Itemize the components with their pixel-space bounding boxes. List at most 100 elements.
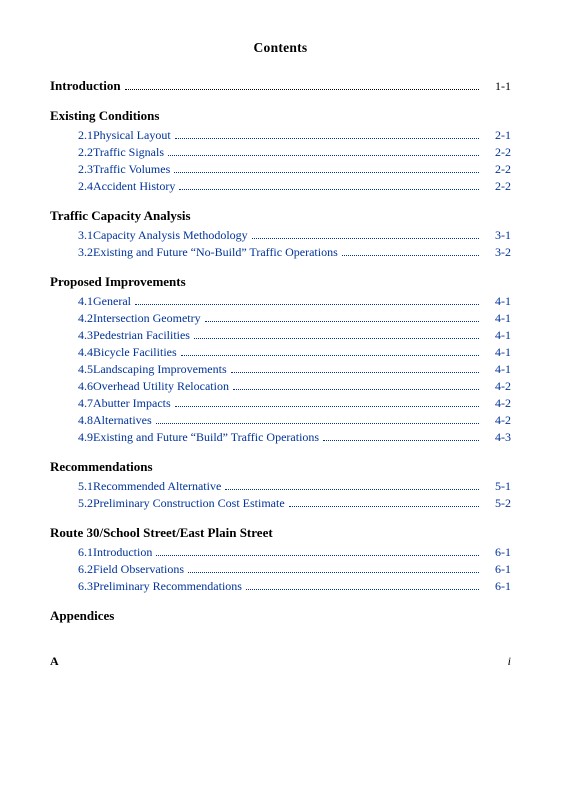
toc-entry-3-0: 5.1Recommended Alternative 5-1 [50, 479, 511, 494]
toc-label-0-1: Traffic Signals [93, 145, 164, 160]
toc-page-1-0: 3-1 [483, 228, 511, 243]
toc-entry-2-4: 4.5Landscaping Improvements 4-1 [50, 362, 511, 377]
toc-label-4-1: Field Observations [93, 562, 184, 577]
toc-label-2-4: Landscaping Improvements [93, 362, 227, 377]
toc-number-4-0: 6.1 [50, 545, 93, 560]
section-heading-0: Existing Conditions [50, 108, 511, 124]
toc-page-2-2: 4-1 [483, 328, 511, 343]
toc-number-1-1: 3.2 [50, 245, 93, 260]
toc-number-2-2: 4.3 [50, 328, 93, 343]
toc-number-0-2: 2.3 [50, 162, 93, 177]
toc-label-2-7: Alternatives [93, 413, 152, 428]
toc-label-0-3: Accident History [93, 179, 175, 194]
footer: A i [50, 654, 511, 669]
toc-number-2-5: 4.6 [50, 379, 93, 394]
toc-entry-3-1: 5.2Preliminary Construction Cost Estimat… [50, 496, 511, 511]
toc-entry-0-1: 2.2Traffic Signals 2-2 [50, 145, 511, 160]
toc-number-0-1: 2.2 [50, 145, 93, 160]
toc-dots-2-4 [231, 372, 479, 373]
introduction-row: Introduction 1-1 [50, 78, 511, 94]
introduction-label: Introduction [50, 78, 121, 94]
toc-dots-2-5 [233, 389, 479, 390]
toc-entry-0-3: 2.4Accident History2-2 [50, 179, 511, 194]
page: Contents Introduction 1-1 Existing Condi… [0, 0, 561, 795]
toc-entry-2-0: 4.1General 4-1 [50, 294, 511, 309]
toc-entry-1-1: 3.2Existing and Future “No-Build” Traffi… [50, 245, 511, 260]
toc-number-2-8: 4.9 [50, 430, 93, 445]
toc-sections: Existing Conditions 2.1Physical Layout2-1… [50, 108, 511, 624]
toc-dots-0-1 [168, 155, 479, 156]
toc-number-2-7: 4.8 [50, 413, 93, 428]
toc-label-2-5: Overhead Utility Relocation [93, 379, 229, 394]
section-entries-1: 3.1Capacity Analysis Methodology 3-1 3.2Ex… [50, 228, 511, 260]
toc-dots-1-1 [342, 255, 479, 256]
toc-dots-2-8 [323, 440, 479, 441]
toc-entry-2-5: 4.6Overhead Utility Relocation 4-2 [50, 379, 511, 394]
toc-dots-4-1 [188, 572, 479, 573]
toc-page-4-2: 6-1 [483, 579, 511, 594]
toc-number-2-1: 4.2 [50, 311, 93, 326]
toc-page-2-1: 4-1 [483, 311, 511, 326]
toc-page-2-6: 4-2 [483, 396, 511, 411]
toc-label-3-1: Preliminary Construction Cost Estimate [93, 496, 285, 511]
toc-entry-2-7: 4.8Alternatives 4-2 [50, 413, 511, 428]
toc-dots-0-3 [179, 189, 479, 190]
toc-page-2-4: 4-1 [483, 362, 511, 377]
toc-page-4-0: 6-1 [483, 545, 511, 560]
toc-dots-2-7 [156, 423, 479, 424]
toc-page-2-5: 4-2 [483, 379, 511, 394]
toc-label-2-0: General [93, 294, 131, 309]
toc-page-0-0: 2-1 [483, 128, 511, 143]
toc-page-2-7: 4-2 [483, 413, 511, 428]
toc-dots-2-2 [194, 338, 479, 339]
toc-page-2-0: 4-1 [483, 294, 511, 309]
footer-left: A [50, 654, 59, 669]
section-entries-3: 5.1Recommended Alternative 5-1 5.2Prelimin… [50, 479, 511, 511]
toc-number-2-6: 4.7 [50, 396, 93, 411]
toc-number-2-0: 4.1 [50, 294, 93, 309]
toc-label-1-0: Capacity Analysis Methodology [93, 228, 248, 243]
toc-number-4-1: 6.2 [50, 562, 93, 577]
toc-number-4-2: 6.3 [50, 579, 93, 594]
toc-number-3-0: 5.1 [50, 479, 93, 494]
toc-dots-2-1 [205, 321, 479, 322]
toc-dots-2-3 [181, 355, 479, 356]
toc-dots-2-6 [175, 406, 479, 407]
toc-label-2-3: Bicycle Facilities [93, 345, 177, 360]
toc-label-4-0: Introduction [93, 545, 152, 560]
toc-number-1-0: 3.1 [50, 228, 93, 243]
toc-number-2-4: 4.5 [50, 362, 93, 377]
toc-label-0-2: Traffic Volumes [93, 162, 170, 177]
toc-page-1-1: 3-2 [483, 245, 511, 260]
toc-dots-0-0 [175, 138, 479, 139]
toc-entry-2-8: 4.9Existing and Future “Build” Traffic O… [50, 430, 511, 445]
toc-label-1-1: Existing and Future “No-Build” Traffic O… [93, 245, 338, 260]
toc-label-3-0: Recommended Alternative [93, 479, 221, 494]
section-entries-0: 2.1Physical Layout2-12.2Traffic Signals2… [50, 128, 511, 194]
toc-entry-4-2: 6.3Preliminary Recommendations 6-1 [50, 579, 511, 594]
toc-page-4-1: 6-1 [483, 562, 511, 577]
section-entries-2: 4.1General 4-1 4.2Intersection Geometry 4-1… [50, 294, 511, 445]
toc-entry-0-0: 2.1Physical Layout2-1 [50, 128, 511, 143]
section-entries-4: 6.1Introduction6-16.2Field Observations6… [50, 545, 511, 594]
introduction-page: 1-1 [483, 79, 511, 94]
toc-entry-2-3: 4.4Bicycle Facilities4-1 [50, 345, 511, 360]
section-heading-2: Proposed Improvements [50, 274, 511, 290]
toc-entry-0-2: 2.3Traffic Volumes2-2 [50, 162, 511, 177]
toc-dots-3-1 [289, 506, 479, 507]
toc-entry-1-0: 3.1Capacity Analysis Methodology 3-1 [50, 228, 511, 243]
toc-entry-4-1: 6.2Field Observations 6-1 [50, 562, 511, 577]
section-heading-1: Traffic Capacity Analysis [50, 208, 511, 224]
section-heading-5: Appendices [50, 608, 511, 624]
toc-number-3-1: 5.2 [50, 496, 93, 511]
toc-entry-2-6: 4.7Abutter Impacts4-2 [50, 396, 511, 411]
toc-page-0-1: 2-2 [483, 145, 511, 160]
footer-right: i [508, 654, 511, 669]
toc-page-2-3: 4-1 [483, 345, 511, 360]
toc-page-3-1: 5-2 [483, 496, 511, 511]
toc-label-2-1: Intersection Geometry [93, 311, 201, 326]
toc-entry-2-2: 4.3Pedestrian Facilities4-1 [50, 328, 511, 343]
toc-page-3-0: 5-1 [483, 479, 511, 494]
toc-label-4-2: Preliminary Recommendations [93, 579, 242, 594]
toc-label-2-8: Existing and Future “Build” Traffic Oper… [93, 430, 319, 445]
